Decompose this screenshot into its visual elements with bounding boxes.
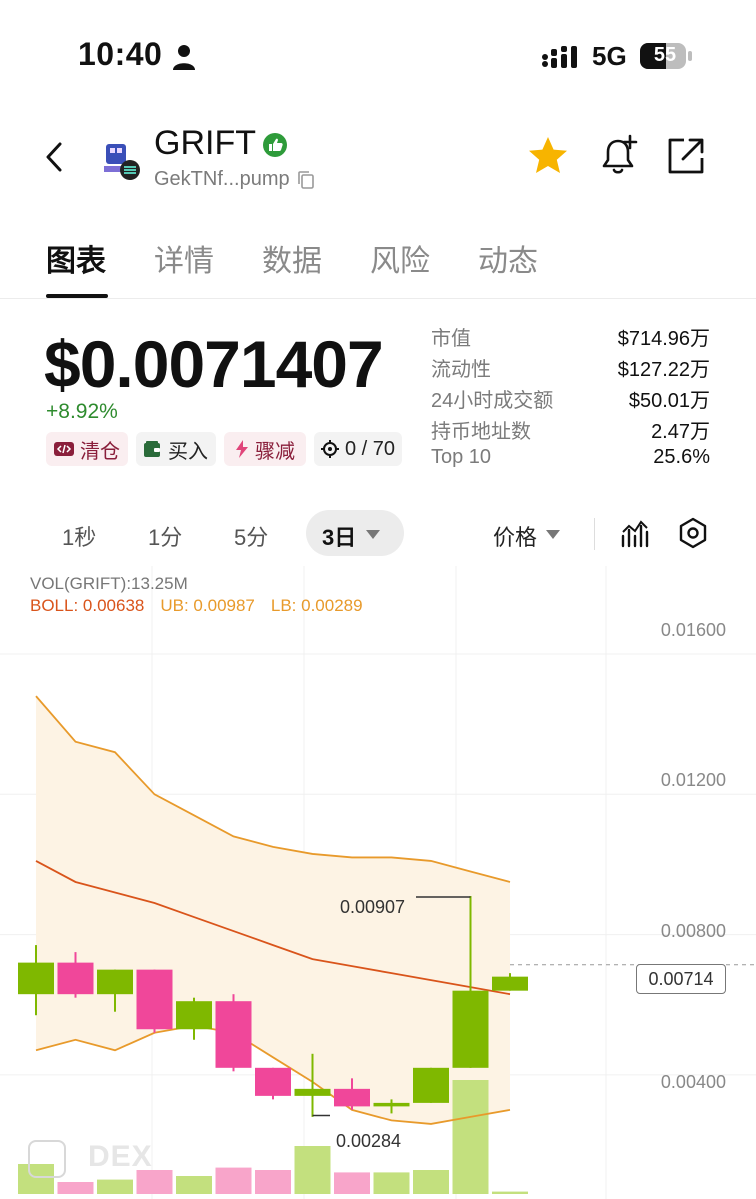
sharp-drop-label: 骤减 (255, 440, 295, 463)
tab-risk[interactable]: 风险 (370, 236, 430, 280)
fullscreen-icon[interactable] (28, 1140, 66, 1178)
target-label: 0 / 70 (344, 437, 396, 460)
token-address: GekTNf...pump (154, 168, 290, 190)
code-icon (54, 442, 74, 456)
stat-value-holders: 2.47万 (651, 421, 710, 443)
stat-label-market-cap: 市值 (431, 328, 471, 350)
volume-bar (176, 1176, 212, 1194)
y-tick-label: 0.00800 (660, 921, 726, 941)
stat-value-liquidity: $127.22万 (617, 359, 710, 381)
toolbar-divider (594, 518, 595, 550)
status-time: 10:40 (78, 36, 163, 72)
low-annotation: 0.00284 (336, 1131, 402, 1151)
back-icon[interactable] (40, 138, 70, 176)
buy-button[interactable]: 买入 (136, 432, 216, 466)
share-icon[interactable] (664, 134, 708, 178)
stat-label-volume: 24小时成交额 (431, 390, 554, 412)
bell-plus-icon[interactable] (596, 132, 642, 178)
boll-lb-label: LB: 0.00289 (270, 596, 363, 615)
clear-position-label: 清仓 (80, 440, 120, 463)
candle-body (176, 1001, 212, 1030)
volume-bar (294, 1146, 331, 1194)
boll-ub-label: UB: 0.00987 (160, 596, 255, 615)
signal-icon (542, 46, 577, 68)
token-name: GRIFT (154, 124, 256, 162)
stat-label-holders: 持币地址数 (431, 421, 531, 443)
volume-label: VOL(GRIFT):13.25M (30, 574, 188, 593)
copy-icon[interactable] (296, 170, 316, 190)
volume-bar (97, 1179, 133, 1194)
tab-data[interactable]: 数据 (262, 236, 322, 280)
candle-body (57, 962, 94, 995)
candle-body (492, 976, 528, 991)
last-price-tag: 0.00714 (636, 964, 726, 994)
tab-chart[interactable]: 图表 (46, 236, 106, 280)
wallet-icon (144, 441, 160, 457)
candle-body (215, 1001, 252, 1068)
boll-legend: BOLL: 0.00638 UB: 0.00987 LB: 0.00289 (30, 596, 363, 616)
y-tick-label: 0.01600 (660, 620, 726, 640)
target-icon (320, 440, 339, 458)
lightning-icon (236, 440, 248, 458)
volume-bar (334, 1172, 370, 1194)
volume-bar (215, 1167, 252, 1194)
candle-body (97, 969, 133, 995)
stat-value-top10: 25.6% (653, 446, 710, 468)
y-tick-label: 0.00400 (660, 1072, 726, 1092)
chevron-down-icon (366, 530, 380, 539)
stat-label-top10: Top 10 (431, 446, 492, 468)
interval-5m[interactable]: 5分 (234, 520, 268, 552)
y-tick-label: 0.01200 (660, 770, 726, 790)
candle-body (18, 962, 54, 995)
candle-body (413, 1067, 449, 1103)
price-change: +8.92% (46, 400, 118, 423)
candle-body (294, 1088, 331, 1096)
buy-label: 买入 (168, 440, 208, 463)
battery-level: 55 (653, 44, 677, 66)
current-price: $0.0071407 (44, 327, 384, 401)
star-icon[interactable] (526, 134, 570, 178)
interval-1m[interactable]: 1分 (148, 520, 182, 552)
interval-3d-label: 3日 (322, 525, 357, 550)
tab-activity[interactable]: 动态 (478, 236, 538, 280)
volume-bar (373, 1172, 410, 1194)
volume-bar (255, 1170, 291, 1194)
price-chart[interactable] (0, 566, 756, 1199)
candle-body (136, 969, 173, 1030)
token-logo (104, 144, 140, 180)
candle-body (334, 1088, 370, 1107)
price-type-selector[interactable]: 价格 (493, 520, 537, 552)
volume-bar (57, 1182, 94, 1194)
candle-body (255, 1067, 291, 1096)
volume-bar (452, 1080, 489, 1194)
target-button[interactable]: 0 / 70 (314, 432, 402, 466)
stat-label-liquidity: 流动性 (431, 359, 491, 381)
sharp-drop-button[interactable]: 骤减 (224, 432, 306, 466)
volume-bar (492, 1191, 528, 1194)
candle-body (452, 990, 489, 1068)
interval-1s[interactable]: 1秒 (62, 520, 96, 552)
clear-position-button[interactable]: 清仓 (46, 432, 128, 466)
stat-value-market-cap: $714.96万 (617, 328, 710, 350)
chevron-down-icon (546, 530, 560, 539)
watermark: DEX (88, 1140, 153, 1173)
person-icon (173, 45, 195, 70)
tabs-divider (0, 298, 756, 299)
volume-bar (413, 1170, 449, 1194)
tab-details[interactable]: 详情 (154, 236, 214, 280)
network-label: 5G (592, 41, 627, 71)
verified-icon (263, 133, 287, 157)
high-annotation: 0.00907 (340, 897, 406, 917)
indicator-icon[interactable] (620, 518, 650, 548)
boll-mid-label: BOLL: 0.00638 (30, 596, 145, 615)
stat-value-volume: $50.01万 (628, 390, 710, 412)
candle-body (373, 1102, 410, 1107)
boll-band-fill (36, 696, 510, 1124)
settings-icon[interactable] (678, 517, 708, 549)
